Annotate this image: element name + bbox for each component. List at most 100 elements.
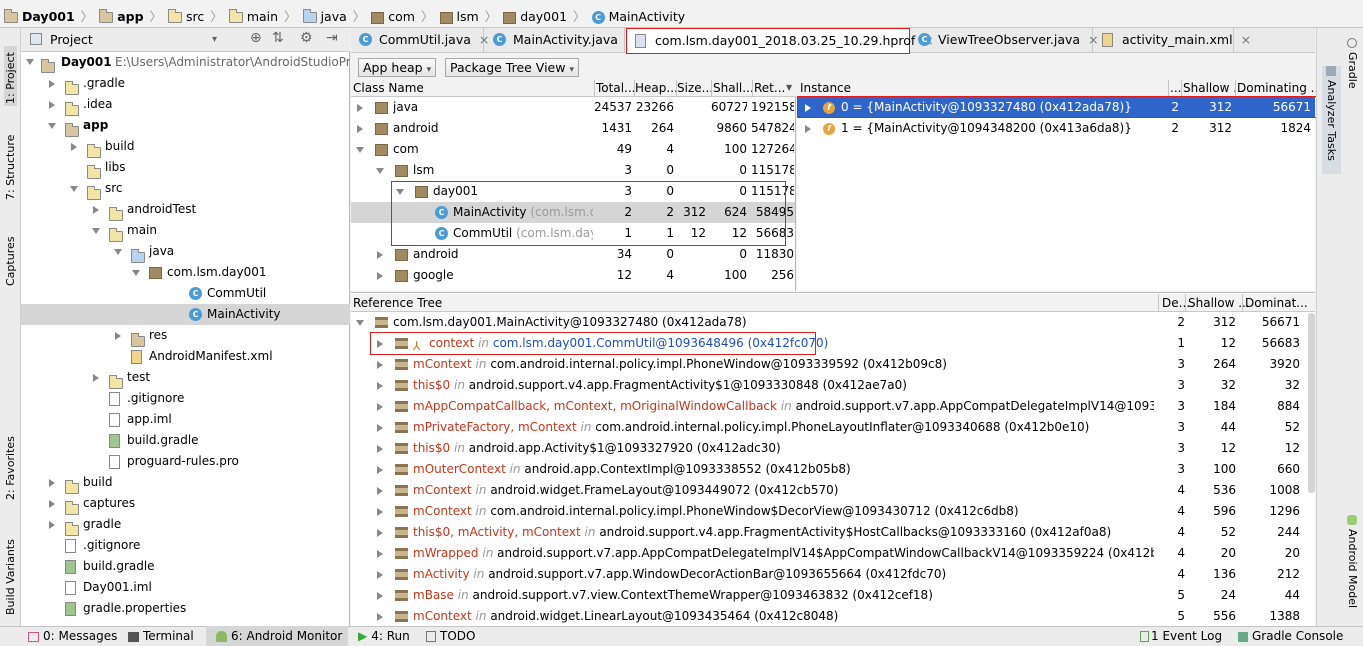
collapse-arrow-icon[interactable]	[70, 186, 78, 192]
collapse-icon[interactable]: ⇅	[272, 30, 284, 46]
breadcrumb-item[interactable]: Day001 〉	[4, 6, 93, 25]
tree-libs-dir[interactable]: libs	[21, 157, 350, 179]
tree-commutil[interactable]: C CommUtil	[21, 283, 350, 304]
breadcrumb-item[interactable]: lsm 〉	[439, 6, 497, 25]
reference-row[interactable]: this$0 in android.app.Activity$1@1093327…	[351, 438, 1307, 459]
side-tab-build-variants[interactable]: Build Variants	[4, 530, 17, 615]
expand-arrow-icon[interactable]	[377, 403, 383, 411]
sync-icon[interactable]: ⊕	[250, 30, 262, 46]
tree-gradle[interactable]: gradle	[21, 514, 350, 536]
column-divider[interactable]	[752, 80, 753, 97]
collapse-arrow-icon[interactable]	[356, 147, 364, 153]
bottom-tab-todo[interactable]: TODO	[426, 626, 475, 646]
collapse-arrow-icon[interactable]	[356, 320, 364, 326]
editor-tab[interactable]: C CommUtil.java ×	[351, 28, 489, 52]
class-row[interactable]: lsm 3 0 0 115178	[351, 160, 795, 181]
gear-icon[interactable]: ⚙	[300, 30, 313, 46]
collapse-arrow-icon[interactable]	[114, 249, 122, 255]
expand-arrow-icon[interactable]	[377, 424, 383, 432]
tree-src-dir[interactable]: src	[21, 178, 350, 200]
editor-tab[interactable]: com.lsm.day001_2018.03.25_10.29.hprof×	[626, 28, 934, 54]
column-divider[interactable]	[676, 80, 677, 97]
column-divider[interactable]	[1235, 80, 1236, 97]
close-icon[interactable]: ×	[1241, 32, 1251, 47]
project-root[interactable]: Day001 E:\Users\Administrator\AndroidStud…	[21, 52, 350, 73]
column-header[interactable]: Size...	[677, 81, 713, 95]
tree-manifest[interactable]: AndroidManifest.xml	[21, 346, 350, 367]
column-header[interactable]: Total...	[596, 81, 635, 95]
tree-day001-iml[interactable]: Day001.iml	[21, 577, 350, 598]
expand-arrow-icon[interactable]	[805, 125, 811, 133]
column-header[interactable]: ...	[1170, 81, 1181, 95]
class-row[interactable]: android 34 0 0 11830	[351, 244, 795, 265]
column-header[interactable]: Dominat...	[1245, 296, 1308, 310]
reference-row[interactable]: mAppCompatCallback, mContext, mOriginalW…	[351, 396, 1307, 417]
column-divider[interactable]	[634, 80, 635, 97]
collapse-arrow-icon[interactable]	[48, 123, 56, 129]
bottom-tab-terminal[interactable]: Terminal	[128, 626, 194, 646]
tree-java-dir[interactable]: java	[21, 241, 350, 263]
project-panel-title[interactable]: Project	[50, 32, 93, 47]
reference-row[interactable]: mContext in com.android.internal.policy.…	[351, 354, 1307, 375]
breadcrumb-item[interactable]: C MainActivity	[591, 9, 685, 24]
expand-arrow-icon[interactable]	[93, 206, 99, 214]
tree-app-iml[interactable]: app.iml	[21, 409, 350, 430]
expand-arrow-icon[interactable]	[357, 104, 363, 112]
column-divider[interactable]	[1181, 80, 1182, 97]
bottom-tab-gradle-console[interactable]: Gradle Console	[1238, 626, 1343, 646]
expand-arrow-icon[interactable]	[377, 272, 383, 280]
bottom-tab-messages[interactable]: 0: Messages	[28, 626, 117, 646]
reference-row[interactable]: mContext in android.widget.LinearLayout@…	[351, 606, 1307, 627]
column-header[interactable]: Shallow ...	[1188, 296, 1250, 310]
package-tree-view-dropdown[interactable]: Package Tree View ▾	[445, 58, 579, 77]
side-tab-gradle[interactable]: Gradle	[1346, 38, 1359, 98]
breadcrumb-item[interactable]: app 〉	[99, 6, 162, 25]
column-divider[interactable]	[711, 80, 712, 97]
column-divider[interactable]	[1185, 294, 1186, 312]
collapse-arrow-icon[interactable]	[376, 168, 384, 174]
tree-app-module[interactable]: app	[21, 115, 350, 137]
column-divider[interactable]	[594, 80, 595, 97]
column-header[interactable]: Shall...	[713, 81, 754, 95]
expand-arrow-icon[interactable]	[377, 508, 383, 516]
expand-arrow-icon[interactable]	[377, 592, 383, 600]
class-row[interactable]: com 49 4 100 127264	[351, 139, 795, 160]
breadcrumb-item[interactable]: day001 〉	[503, 6, 586, 25]
column-header[interactable]: Ret...	[754, 81, 785, 95]
tree-proguard[interactable]: proguard-rules.pro	[21, 451, 350, 472]
tree-main-dir[interactable]: main	[21, 220, 350, 242]
side-tab-captures[interactable]: Captures	[4, 226, 17, 286]
reference-root-row[interactable]: com.lsm.day001.MainActivity@1093327480 (…	[351, 312, 1307, 333]
tree-idea-dir[interactable]: .idea	[21, 94, 350, 116]
expand-arrow-icon[interactable]	[93, 374, 99, 382]
expand-arrow-icon[interactable]	[377, 613, 383, 621]
expand-arrow-icon[interactable]	[377, 445, 383, 453]
expand-arrow-icon[interactable]	[26, 59, 34, 65]
editor-tab[interactable]: CMainActivity.java×	[485, 28, 636, 52]
class-row[interactable]: java 2453723266 607270 192158	[351, 97, 795, 118]
reference-row[interactable]: mPrivateFactory, mContext in com.android…	[351, 417, 1307, 438]
expand-arrow-icon[interactable]	[49, 479, 55, 487]
expand-arrow-icon[interactable]	[49, 500, 55, 508]
tree-build-dir[interactable]: build	[21, 136, 350, 158]
column-divider[interactable]	[1168, 80, 1169, 97]
expand-arrow-icon[interactable]	[49, 80, 55, 88]
tree-root-gitignore[interactable]: .gitignore	[21, 535, 350, 556]
editor-tab[interactable]: C ViewTreeObserver.java ×	[910, 28, 1099, 52]
expand-arrow-icon[interactable]	[377, 382, 383, 390]
expand-arrow-icon[interactable]	[377, 251, 383, 259]
tree-build-gradle[interactable]: build.gradle	[21, 430, 350, 451]
bottom-tab-android-monitor[interactable]: 6: Android Monitor	[206, 626, 349, 646]
side-tab-project[interactable]: 1: Project	[4, 46, 17, 106]
hide-icon[interactable]: ⇥	[326, 30, 338, 46]
reference-row[interactable]: mBase in android.support.v7.view.Context…	[351, 585, 1307, 606]
reference-row[interactable]: mActivity in android.support.v7.app.Wind…	[351, 564, 1307, 585]
tree-res-dir[interactable]: res	[21, 325, 350, 347]
bottom-tab-run[interactable]: ▶ 4: Run	[358, 626, 410, 646]
expand-arrow-icon[interactable]	[357, 125, 363, 133]
expand-arrow-icon[interactable]	[377, 571, 383, 579]
tree-root-build-gradle[interactable]: build.gradle	[21, 556, 350, 577]
bottom-tab-event-log[interactable]: 1 Event Log	[1140, 626, 1222, 646]
reference-tree-scrollbar[interactable]	[1308, 313, 1315, 493]
side-tab-favorites[interactable]: 2: Favorites	[4, 430, 17, 500]
